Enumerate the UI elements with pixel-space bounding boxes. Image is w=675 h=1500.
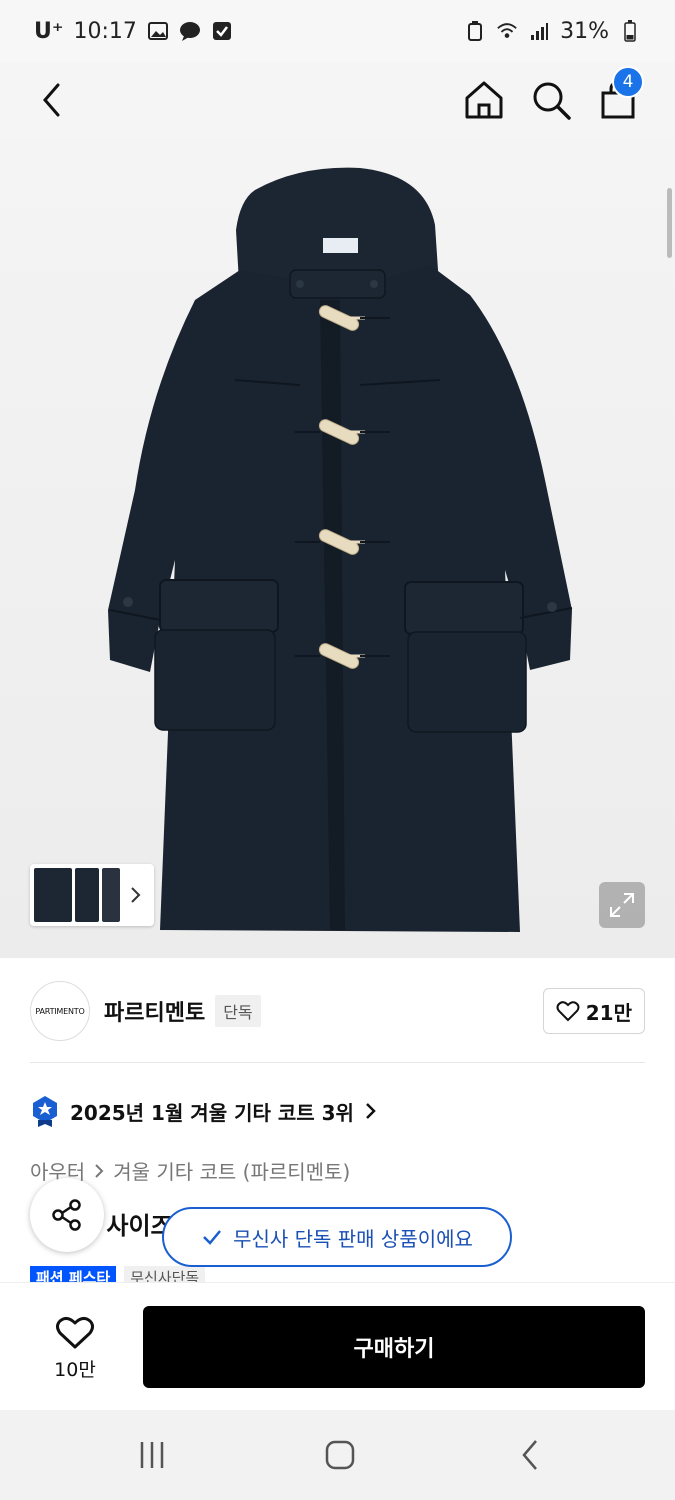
search-button[interactable] xyxy=(527,76,575,124)
toast-message: 무신사 단독 판매 상품이에요 xyxy=(233,1226,473,1251)
chat-bubble-icon xyxy=(179,20,201,42)
home-icon xyxy=(465,81,503,119)
cart-count-badge: 4 xyxy=(612,66,644,98)
back-system-button[interactable] xyxy=(510,1435,550,1475)
signal-icon xyxy=(528,20,550,42)
heart-icon xyxy=(556,1001,580,1022)
brand-name[interactable]: 파르티멘토 xyxy=(104,995,205,1027)
battery-icon xyxy=(619,20,641,42)
musinsa-exclusive-tag: 무신사단독 xyxy=(124,1266,206,1282)
search-icon xyxy=(533,82,571,120)
ranking-row[interactable]: 2025년 1월 겨울 기타 코트 3위 xyxy=(30,1094,378,1128)
back-chevron-icon xyxy=(522,1440,537,1470)
thumbnail-front[interactable] xyxy=(34,868,72,922)
exclusive-toast: 무신사 단독 판매 상품이에요 xyxy=(162,1207,512,1267)
clock: 10:17 xyxy=(73,18,137,44)
scroll-indicator xyxy=(667,188,672,258)
back-button[interactable] xyxy=(28,76,76,124)
brand-logo[interactable]: PARTIMENTO xyxy=(30,981,90,1041)
home-button[interactable] xyxy=(460,76,508,124)
recent-apps-button[interactable] xyxy=(132,1435,172,1475)
product-image[interactable] xyxy=(0,140,675,958)
chevron-right-icon xyxy=(95,1163,104,1178)
ranking-text: 2025년 1월 겨울 기타 코트 3위 xyxy=(70,1100,354,1125)
home-square-icon xyxy=(325,1440,355,1470)
category-child[interactable]: 겨울 기타 코트 (파르티멘토) xyxy=(113,1156,350,1185)
carrier-label: U⁺ xyxy=(34,18,64,44)
wishlist-count: 10만 xyxy=(54,1358,96,1381)
bottom-action-bar: 10만 구매하기 xyxy=(0,1282,675,1410)
fashion-festa-tag: 패션 페스타 xyxy=(30,1266,117,1282)
status-bar: U⁺ 10:17 31% xyxy=(0,0,675,62)
cart-button[interactable]: 4 xyxy=(594,66,644,124)
chevron-right-icon xyxy=(131,887,141,903)
system-nav-bar xyxy=(0,1410,675,1500)
top-nav: 4 xyxy=(0,62,675,140)
brand-like-button[interactable]: 21만 xyxy=(542,988,645,1034)
recent-apps-icon xyxy=(140,1442,164,1468)
back-arrow-icon xyxy=(43,83,60,117)
thumbnail-side[interactable] xyxy=(75,868,99,922)
home-system-button[interactable] xyxy=(320,1435,360,1475)
share-icon xyxy=(52,1199,81,1231)
battery-percent: 31% xyxy=(560,18,609,44)
heart-icon xyxy=(56,1316,94,1348)
share-button[interactable] xyxy=(30,1178,104,1252)
wishlist-button[interactable]: 10만 xyxy=(30,1305,120,1391)
duffle-coat-image xyxy=(108,167,573,932)
thumbnail-strip[interactable] xyxy=(30,864,154,926)
exclusive-tag: 단독 xyxy=(215,995,261,1027)
check-icon xyxy=(203,1230,222,1245)
ranking-badge-icon xyxy=(33,1096,57,1127)
thumbnail-back[interactable] xyxy=(102,868,120,922)
chevron-right-icon xyxy=(366,1103,376,1119)
gallery-icon xyxy=(147,20,169,42)
product-tags: 패션 페스타 무신사단독 xyxy=(30,1266,206,1282)
expand-icon xyxy=(610,893,634,917)
brand-like-count: 21만 xyxy=(585,1000,632,1025)
wifi-icon xyxy=(496,20,518,42)
buy-button[interactable]: 구매하기 xyxy=(143,1306,645,1388)
battery-saver-icon xyxy=(464,20,486,42)
divider xyxy=(30,1062,645,1063)
brand-row[interactable]: PARTIMENTO 파르티멘토 단독 21만 xyxy=(30,980,645,1042)
expand-image-button[interactable] xyxy=(599,882,645,928)
checkbox-icon xyxy=(211,20,233,42)
